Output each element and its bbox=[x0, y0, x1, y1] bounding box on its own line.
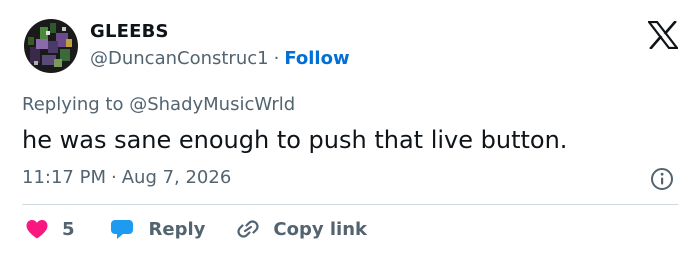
handle-separator: · bbox=[273, 48, 280, 69]
copy-link-label: Copy link bbox=[273, 218, 367, 240]
reply-label: Reply bbox=[148, 218, 206, 240]
action-bar: 5 Reply Copy link bbox=[24, 216, 367, 242]
date-separator: · bbox=[110, 167, 117, 188]
like-button[interactable]: 5 bbox=[24, 217, 75, 241]
tweet-text: he was sane enough to push that live but… bbox=[22, 126, 568, 154]
reply-prefix: Replying to bbox=[22, 94, 130, 115]
tweet-date: Aug 7, 2026 bbox=[121, 167, 232, 188]
avatar[interactable] bbox=[22, 17, 80, 75]
heart-icon bbox=[24, 217, 50, 241]
user-handle[interactable]: @DuncanConstruc1 bbox=[90, 48, 269, 69]
follow-button[interactable]: Follow bbox=[284, 48, 349, 69]
display-name[interactable]: GLEEBS bbox=[90, 21, 169, 43]
chat-bubble-icon bbox=[109, 217, 135, 241]
reply-button[interactable]: Reply bbox=[109, 217, 206, 241]
copy-link-button[interactable]: Copy link bbox=[235, 217, 367, 241]
like-count: 5 bbox=[62, 218, 75, 240]
reply-context: Replying to @ShadyMusicWrld bbox=[22, 94, 295, 116]
reply-to-handle[interactable]: @ShadyMusicWrld bbox=[129, 94, 295, 115]
handle-row: @DuncanConstruc1 · Follow bbox=[90, 48, 350, 70]
divider bbox=[22, 204, 678, 205]
tweet-time: 11:17 PM bbox=[22, 167, 106, 188]
x-logo-icon[interactable] bbox=[646, 20, 680, 50]
link-icon bbox=[235, 217, 261, 241]
info-icon[interactable] bbox=[650, 167, 674, 191]
tweet-card: GLEEBS @DuncanConstruc1 · Follow Replying … bbox=[0, 0, 700, 256]
timestamp[interactable]: 11:17 PM · Aug 7, 2026 bbox=[22, 167, 231, 189]
